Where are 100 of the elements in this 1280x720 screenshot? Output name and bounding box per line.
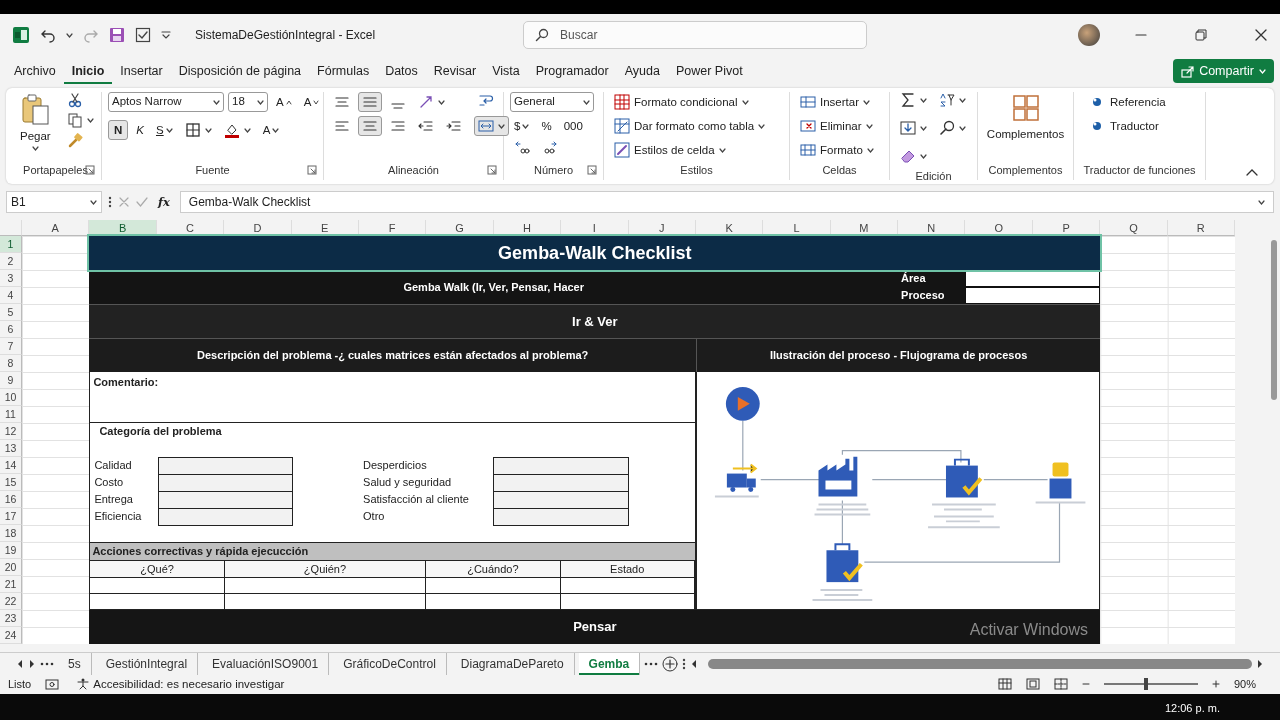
- scroll-thumb[interactable]: [1271, 240, 1277, 400]
- font-name-field[interactable]: Aptos Narrow: [108, 92, 224, 112]
- add-sheet-icon[interactable]: [662, 655, 679, 672]
- caret-icon[interactable]: [272, 127, 280, 133]
- row-header[interactable]: 13: [0, 440, 22, 457]
- collapse-ribbon-icon[interactable]: [1246, 168, 1258, 176]
- caret-icon[interactable]: [866, 147, 874, 153]
- caret-icon[interactable]: [865, 123, 873, 129]
- sheet-tab[interactable]: DiagramaDePareto: [450, 652, 575, 675]
- currency-button[interactable]: $: [510, 116, 534, 136]
- row-header[interactable]: 20: [0, 559, 22, 576]
- menu-tab[interactable]: Archivo: [6, 57, 64, 85]
- search-field[interactable]: Buscar: [523, 21, 868, 49]
- caret-icon[interactable]: [718, 147, 726, 153]
- zoom-out-icon[interactable]: [1081, 680, 1090, 688]
- zoom-level[interactable]: 90%: [1233, 675, 1256, 693]
- menu-tab[interactable]: Insertar: [112, 57, 171, 85]
- sheet-tab[interactable]: GestiónIntegral: [95, 652, 199, 675]
- caret-icon[interactable]: [583, 99, 590, 105]
- align-top-icon[interactable]: [334, 94, 350, 110]
- row-header[interactable]: 4: [0, 287, 22, 304]
- caret-icon[interactable]: [313, 99, 320, 105]
- row-header[interactable]: 6: [0, 321, 22, 338]
- sheet-tab[interactable]: 5s: [58, 652, 92, 675]
- dialog-launcher-icon[interactable]: [587, 165, 597, 175]
- caret-icon[interactable]: [257, 99, 264, 105]
- decrease-indent-icon[interactable]: [418, 118, 434, 134]
- caret-icon[interactable]: [165, 127, 173, 133]
- grow-font-button[interactable]: A: [272, 92, 296, 112]
- entry-box[interactable]: [157, 474, 293, 492]
- dialog-launcher-icon[interactable]: [307, 165, 317, 175]
- page-layout-icon[interactable]: [1025, 678, 1040, 690]
- caret-icon[interactable]: [90, 199, 97, 205]
- share-button[interactable]: Compartir: [1173, 58, 1274, 84]
- row-header[interactable]: 23: [0, 610, 22, 627]
- table-cell[interactable]: [560, 578, 695, 594]
- row-header[interactable]: 12: [0, 423, 22, 440]
- caret-icon[interactable]: [959, 125, 966, 131]
- caret-icon[interactable]: [758, 123, 766, 129]
- dialog-launcher-icon[interactable]: [487, 165, 497, 175]
- percent-button[interactable]: %: [537, 116, 556, 136]
- restore-icon[interactable]: [1194, 28, 1208, 42]
- translator-button[interactable]: Referencia: [1088, 92, 1170, 112]
- sum-icon[interactable]: [900, 92, 916, 108]
- normal-view-icon[interactable]: [997, 678, 1012, 690]
- row-header[interactable]: 5: [0, 304, 22, 321]
- scroll-right-icon[interactable]: [28, 658, 36, 669]
- menu-tab[interactable]: Fórmulas: [309, 57, 378, 85]
- customize-caret-icon[interactable]: [161, 30, 171, 40]
- insert-function-button[interactable]: fx: [154, 192, 174, 212]
- font-color-button[interactable]: A: [258, 120, 284, 140]
- caret-icon[interactable]: [1258, 199, 1265, 205]
- menu-tab[interactable]: Datos: [377, 57, 426, 85]
- sheet-tab[interactable]: EvaluaciónISO9001: [202, 652, 330, 675]
- checkbox-icon[interactable]: [135, 27, 151, 43]
- zoom-in-icon[interactable]: [1211, 680, 1220, 688]
- row-header[interactable]: 19: [0, 542, 22, 559]
- caret-icon[interactable]: [204, 127, 212, 133]
- caret-icon[interactable]: [86, 117, 94, 123]
- entry-box[interactable]: [493, 508, 629, 526]
- caret-icon[interactable]: [920, 125, 927, 131]
- paste-button[interactable]: Pegar: [16, 92, 55, 162]
- borders-icon[interactable]: [184, 122, 201, 138]
- menu-tab[interactable]: Vista: [484, 57, 528, 85]
- entry-box[interactable]: [157, 508, 293, 526]
- share-icon[interactable]: [1181, 64, 1195, 78]
- bold-button[interactable]: N: [108, 120, 129, 140]
- entry-box[interactable]: [157, 457, 293, 475]
- italic-button[interactable]: K: [132, 120, 148, 140]
- translator-button[interactable]: Traductor: [1088, 116, 1170, 136]
- row-header[interactable]: 17: [0, 508, 22, 525]
- add-ins-button[interactable]: Complementos: [984, 92, 1067, 162]
- avatar[interactable]: [1078, 24, 1100, 46]
- caret-icon[interactable]: [863, 99, 870, 105]
- caret-icon[interactable]: [959, 97, 966, 103]
- wrap-text-icon[interactable]: [478, 92, 494, 108]
- number-format-field[interactable]: General: [510, 92, 594, 112]
- merge-center-icon[interactable]: [478, 118, 494, 134]
- entry-box[interactable]: [493, 457, 629, 475]
- menu-tab[interactable]: Power Pivot: [667, 57, 751, 85]
- caret-icon[interactable]: [522, 123, 530, 129]
- row-header[interactable]: 18: [0, 525, 22, 542]
- row-header[interactable]: 2: [0, 253, 22, 270]
- row-header[interactable]: 3: [0, 270, 22, 287]
- align-right-icon[interactable]: [390, 118, 406, 134]
- accessibility-button[interactable]: Accesibilidad: es necesario investigar: [73, 674, 289, 694]
- sheet-tab[interactable]: GráficoDeControl: [333, 652, 447, 675]
- table-cell[interactable]: [426, 578, 561, 594]
- entry-box[interactable]: [493, 474, 629, 492]
- save-icon[interactable]: [109, 27, 125, 43]
- row-header[interactable]: 22: [0, 593, 22, 610]
- caret-icon[interactable]: [213, 99, 220, 105]
- cells-menu-button[interactable]: Formato: [796, 140, 878, 160]
- style-menu-button[interactable]: Estilos de celda: [610, 140, 770, 160]
- style-menu-button[interactable]: Formato condicional: [610, 92, 770, 112]
- clipboard-icon[interactable]: [20, 94, 51, 126]
- sheet-tab[interactable]: Gemba: [578, 652, 641, 675]
- entry-box[interactable]: [157, 491, 293, 509]
- fill-down-icon[interactable]: [900, 120, 916, 136]
- caret-icon[interactable]: [920, 153, 927, 159]
